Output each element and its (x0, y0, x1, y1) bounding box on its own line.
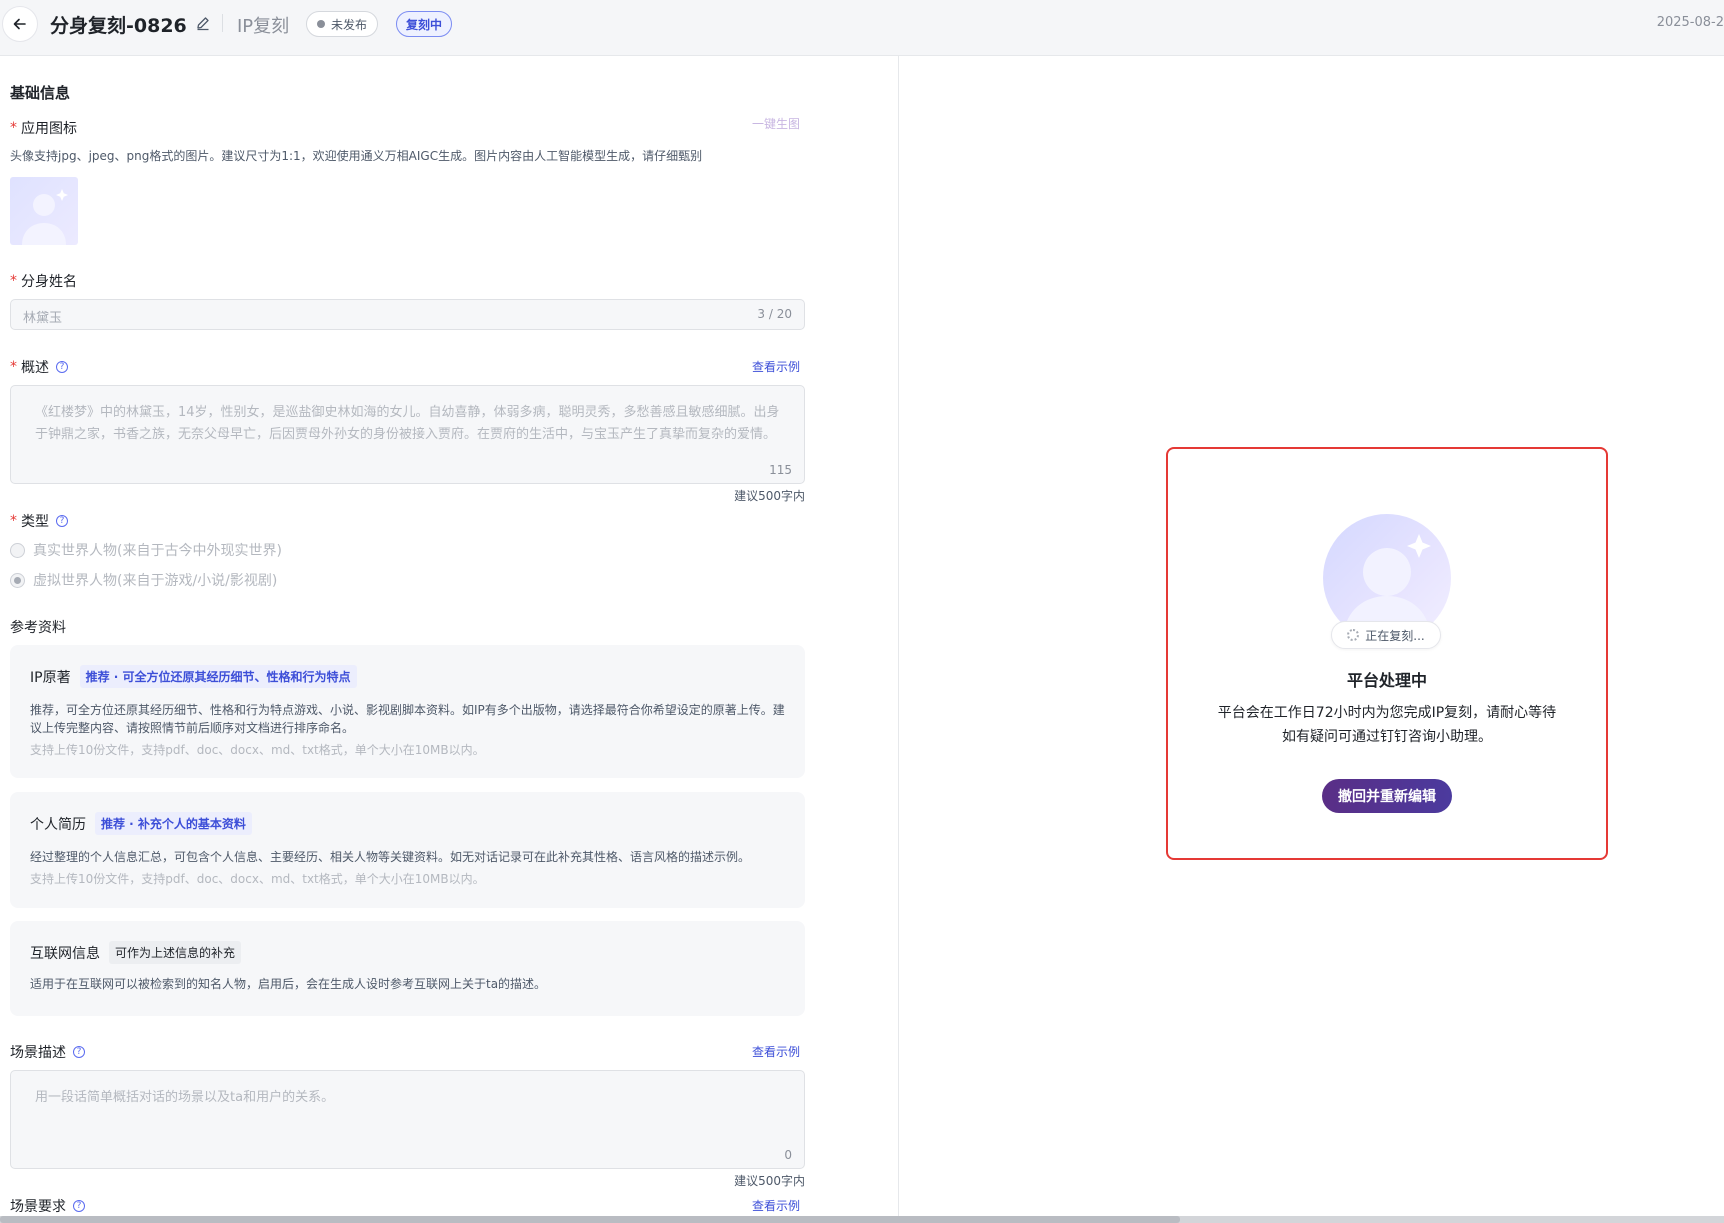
name-label: * 分身姓名 (10, 273, 77, 290)
summary-label: * 概述 ? (10, 357, 68, 377)
section-basic-title: 基础信息 (10, 84, 71, 102)
scene-req-example-link[interactable]: 查看示例 (752, 1197, 800, 1214)
title-divider (222, 14, 223, 32)
type-option-real[interactable]: 真实世界人物(来自于古今中外现实世界) (10, 540, 282, 560)
ref-card-ip[interactable]: IP原著 推荐 · 可全方位还原其经历细节、性格和行为特点 推荐，可全方位还原其… (10, 645, 805, 778)
summary-suggest: 建议500字内 (734, 489, 805, 503)
ref-ip-note: 支持上传10份文件，支持pdf、doc、docx、md、txt格式，单个大小在1… (30, 743, 485, 757)
arrow-left-icon (13, 18, 26, 30)
scrollbar-thumb[interactable] (0, 1216, 1180, 1223)
ref-internet-desc: 适用于在互联网可以被检索到的知名人物，启用后，会在生成人设时参考互联网上关于ta… (30, 977, 547, 991)
type-label: * 类型 ? (10, 511, 68, 531)
ref-ip-tag: 推荐 · 可全方位还原其经历细节、性格和行为特点 (79, 665, 357, 688)
ref-resume-tag: 推荐 · 补充个人的基本资料 (95, 812, 252, 835)
app-icon-hint: 头像支持jpg、jpeg、png格式的图片。建议尺寸为1:1，欢迎使用通义万相A… (10, 149, 703, 163)
radio-icon[interactable] (10, 542, 25, 558)
scene-desc-example-link[interactable]: 查看示例 (752, 1043, 800, 1060)
scene-desc-placeholder: 用一段话简单概括对话的场景以及ta和用户的关系。 (35, 1090, 335, 1105)
app-icon-label: * 应用图标 (10, 120, 77, 137)
status-message-line2: 如有疑问可通过钉钉咨询小助理。 (1282, 729, 1492, 745)
ref-internet-tag: 可作为上述信息的补充 (109, 941, 242, 964)
loading-spinner-icon (1347, 629, 1360, 641)
name-char-count: 3 / 20 (757, 307, 792, 321)
generate-image-link[interactable]: 一键生图 (752, 115, 800, 132)
ip-type-label: IP复刻 (237, 16, 290, 37)
copying-status-pill: 正在复刻... (1331, 621, 1441, 649)
help-icon[interactable]: ? (56, 361, 68, 373)
ref-card-internet[interactable]: 互联网信息 可作为上述信息的补充 适用于在互联网可以被检索到的知名人物，启用后，… (10, 921, 805, 1016)
help-icon[interactable]: ? (73, 1046, 85, 1058)
form-pane[interactable]: 基础信息 * 应用图标 一键生图 头像支持jpg、jpeg、png格式的图片。建议… (0, 56, 898, 1216)
section-reference-title: 参考资料 (10, 620, 66, 636)
help-icon[interactable]: ? (73, 1200, 85, 1212)
ref-card-resume[interactable]: 个人简历 推荐 · 补充个人的基本资料 经过整理的个人信息汇总，可包含个人信息、… (10, 792, 805, 908)
summary-text: 《红楼梦》中的林黛玉，14岁，性别女，是巡盐御史林如海的女儿。自幼喜静，体弱多病… (35, 405, 780, 442)
badge-unpublished-label: 未发布 (331, 17, 368, 32)
avatar-placeholder-icon (22, 189, 68, 245)
ref-ip-title: IP原著 (30, 669, 71, 686)
ref-ip-desc: 推荐，可全方位还原其经历细节、性格和行为特点游戏、小说、影视剧脚本资料。如IP有… (30, 703, 785, 735)
help-icon[interactable]: ? (56, 515, 68, 527)
header-date: 2025-08-2 (1656, 15, 1724, 30)
top-header: 分身复刻-0826 IP复刻 未发布 复刻中 2025-08-2 (0, 0, 1724, 56)
ref-resume-note: 支持上传10份文件，支持pdf、doc、docx、md、txt格式，单个大小在1… (30, 872, 485, 886)
scene-req-label: 场景要求 ? (10, 1196, 85, 1216)
scene-desc-textarea[interactable]: 用一段话简单概括对话的场景以及ta和用户的关系。 0 (10, 1070, 805, 1169)
edit-icon[interactable] (195, 15, 211, 31)
summary-char-count: 115 (769, 463, 792, 477)
page-title: 分身复刻-0826 (50, 15, 187, 37)
summary-textarea[interactable]: 《红楼梦》中的林黛玉，14岁，性别女，是巡盐御史林如海的女儿。自幼喜静，体弱多病… (10, 385, 805, 484)
ref-resume-desc: 经过整理的个人信息汇总，可包含个人信息、主要经历、相关人物等关键资料。如无对话记… (30, 850, 751, 864)
status-badge-copying: 复刻中 (396, 11, 453, 37)
name-input-value: 林黛玉 (23, 311, 63, 326)
withdraw-and-edit-button[interactable]: 撤回并重新编辑 (1322, 779, 1452, 813)
type-option-virtual[interactable]: 虚拟世界人物(来自于游戏/小说/影视剧) (10, 570, 277, 590)
processing-status-card: 正在复刻... 平台处理中 平台会在工作日72小时内为您完成IP复刻，请耐心等待… (1166, 447, 1608, 860)
status-dot-icon (317, 20, 325, 28)
status-badge-unpublished: 未发布 (306, 11, 379, 37)
app-icon-upload[interactable] (10, 177, 78, 245)
status-message-line1: 平台会在工作日72小时内为您完成IP复刻，请耐心等待 (1217, 705, 1557, 721)
status-title: 平台处理中 (1346, 671, 1427, 690)
radio-checked-icon[interactable] (10, 572, 25, 588)
scene-desc-label: 场景描述 ? (10, 1042, 85, 1062)
horizontal-scrollbar[interactable] (0, 1216, 1724, 1223)
name-input[interactable]: 林黛玉 3 / 20 (10, 299, 805, 330)
back-button[interactable] (2, 6, 38, 42)
ref-internet-title: 互联网信息 (30, 945, 100, 962)
scene-desc-char-count: 0 (784, 1148, 792, 1162)
summary-example-link[interactable]: 查看示例 (752, 358, 800, 375)
ref-resume-title: 个人简历 (30, 816, 86, 833)
scene-desc-suggest: 建议500字内 (734, 1174, 805, 1188)
